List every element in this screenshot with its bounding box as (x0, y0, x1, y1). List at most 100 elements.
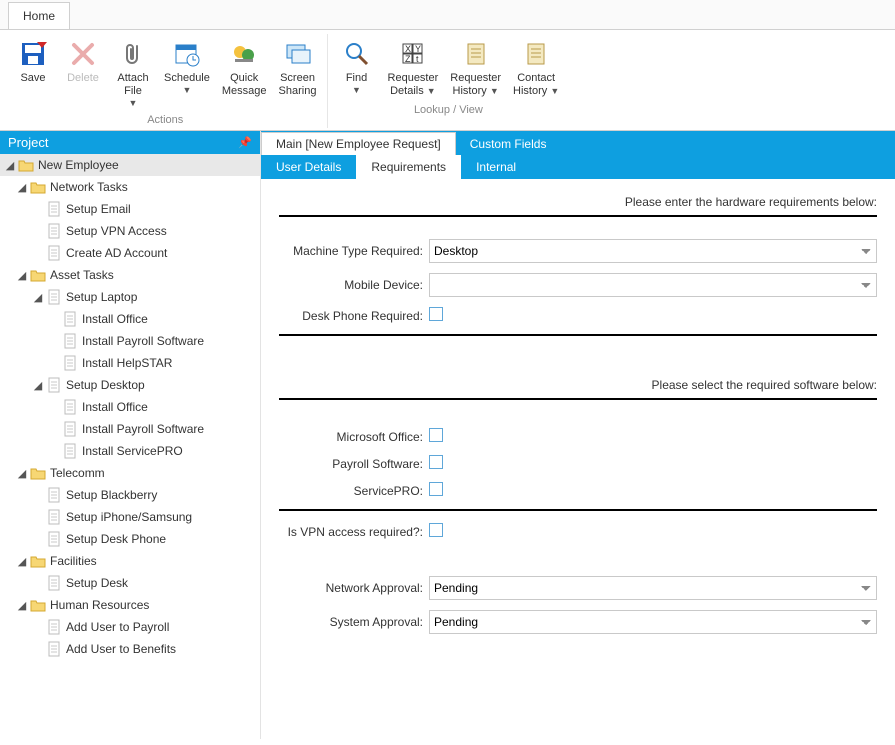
tree-item-label: Facilities (50, 554, 97, 568)
expander-open-icon[interactable]: ◢ (32, 379, 44, 392)
scroll-icon (520, 38, 552, 70)
message-icon (228, 38, 260, 70)
tree-item[interactable]: Setup iPhone/Samsung (0, 506, 260, 528)
document-icon (46, 641, 62, 657)
tree-item[interactable]: Setup Blackberry (0, 484, 260, 506)
tree-item-label: New Employee (38, 158, 119, 172)
folder-icon (30, 179, 46, 195)
tree-item[interactable]: Install Office (0, 396, 260, 418)
tree-item-label: Install Office (82, 400, 148, 414)
desk-phone-checkbox[interactable] (429, 307, 443, 321)
folder-icon (18, 157, 34, 173)
delete-icon (67, 38, 99, 70)
expander-open-icon[interactable]: ◢ (16, 555, 28, 568)
svg-text:X: X (405, 44, 411, 54)
expander-open-icon[interactable]: ◢ (16, 599, 28, 612)
tree-item-label: Setup Desk Phone (66, 532, 166, 546)
schedule-button[interactable]: Schedule ▼ (158, 34, 216, 112)
office-checkbox[interactable] (429, 428, 443, 442)
tree-item[interactable]: Install Payroll Software (0, 330, 260, 352)
tree-item-label: Install Payroll Software (82, 422, 204, 436)
delete-button: Delete (58, 34, 108, 112)
folder-icon (30, 597, 46, 613)
attach-file-button[interactable]: Attach File ▼ (108, 34, 158, 112)
contact-history-button[interactable]: Contact History ▼ (507, 34, 565, 102)
find-button[interactable]: Find ▼ (332, 34, 382, 102)
calendar-icon (171, 38, 203, 70)
tree-item[interactable]: Setup Desk Phone (0, 528, 260, 550)
tree-folder[interactable]: ◢ Telecomm (0, 462, 260, 484)
ribbon-content: Save Delete Attach File ▼ Schedule (0, 30, 895, 131)
tree-item-label: Human Resources (50, 598, 149, 612)
tree-item[interactable]: Add User to Payroll (0, 616, 260, 638)
document-icon (46, 223, 62, 239)
tab-main[interactable]: Main [New Employee Request] (261, 132, 456, 155)
screen-sharing-button[interactable]: Screen Sharing (273, 34, 323, 112)
tree-item-label: Asset Tasks (50, 268, 114, 282)
folder-icon (30, 553, 46, 569)
tree-item[interactable]: Setup Desk (0, 572, 260, 594)
document-icon (46, 575, 62, 591)
requirements-form: Please enter the hardware requirements b… (261, 179, 895, 739)
tree-item-label: Telecomm (50, 466, 105, 480)
machine-type-label: Machine Type Required: (279, 244, 429, 258)
ribbon-tab-home[interactable]: Home (8, 2, 70, 29)
network-approval-label: Network Approval: (279, 581, 429, 595)
chevron-down-icon: ▼ (490, 86, 499, 96)
payroll-label: Payroll Software: (279, 457, 429, 471)
sidebar-title: Project (8, 135, 48, 150)
project-tree[interactable]: ◢ New Employee ◢ Network Tasks Setup Email Se… (0, 154, 260, 739)
tree-item[interactable]: ◢Setup Laptop (0, 286, 260, 308)
top-tab-strip: Main [New Employee Request] Custom Field… (261, 131, 895, 155)
expander-open-icon[interactable]: ◢ (32, 291, 44, 304)
tree-item[interactable]: Create AD Account (0, 242, 260, 264)
tree-item[interactable]: Add User to Benefits (0, 638, 260, 660)
expander-open-icon[interactable]: ◢ (16, 181, 28, 194)
ribbon-tab-strip: Home (0, 0, 895, 30)
mobile-device-select[interactable] (429, 273, 877, 297)
tree-item-label: Setup VPN Access (66, 224, 167, 238)
software-intro-text: Please select the required software belo… (279, 372, 877, 400)
subtab-requirements[interactable]: Requirements (356, 155, 461, 179)
tree-folder[interactable]: ◢ Network Tasks (0, 176, 260, 198)
tab-custom-fields[interactable]: Custom Fields (456, 133, 561, 155)
tree-item-label: Install Payroll Software (82, 334, 204, 348)
tree-item-label: Setup Desktop (66, 378, 145, 392)
chevron-down-icon: ▼ (352, 85, 361, 95)
quick-message-button[interactable]: Quick Message (216, 34, 273, 112)
chevron-down-icon: ▼ (427, 86, 436, 96)
network-approval-select[interactable]: Pending (429, 576, 877, 600)
subtab-internal[interactable]: Internal (461, 155, 531, 179)
system-approval-select[interactable]: Pending (429, 610, 877, 634)
servicepro-checkbox[interactable] (429, 482, 443, 496)
tree-item-label: Install Office (82, 312, 148, 326)
pin-icon[interactable]: 📌 (238, 136, 252, 149)
chevron-down-icon: ▼ (129, 98, 138, 108)
tree-item[interactable]: Setup VPN Access (0, 220, 260, 242)
machine-type-select[interactable]: Desktop (429, 239, 877, 263)
requester-history-button[interactable]: Requester History ▼ (444, 34, 507, 102)
tree-item[interactable]: Setup Email (0, 198, 260, 220)
hardware-intro-text: Please enter the hardware requirements b… (279, 189, 877, 217)
tree-folder[interactable]: ◢ Asset Tasks (0, 264, 260, 286)
expander-open-icon[interactable]: ◢ (4, 159, 16, 172)
subtab-user-details[interactable]: User Details (261, 155, 356, 179)
save-button[interactable]: Save (8, 34, 58, 112)
tree-item[interactable]: Install HelpSTAR (0, 352, 260, 374)
tree-item[interactable]: Install Payroll Software (0, 418, 260, 440)
tree-item[interactable]: Install ServicePRO (0, 440, 260, 462)
vpn-checkbox[interactable] (429, 523, 443, 537)
tree-folder[interactable]: ◢ Human Resources (0, 594, 260, 616)
payroll-checkbox[interactable] (429, 455, 443, 469)
tree-item[interactable]: Install Office (0, 308, 260, 330)
paperclip-icon (117, 38, 149, 70)
expander-open-icon[interactable]: ◢ (16, 467, 28, 480)
tree-folder[interactable]: ◢ Facilities (0, 550, 260, 572)
tree-root[interactable]: ◢ New Employee (0, 154, 260, 176)
tree-item-label: Network Tasks (50, 180, 128, 194)
expander-open-icon[interactable]: ◢ (16, 269, 28, 282)
tree-item[interactable]: ◢ Setup Desktop (0, 374, 260, 396)
ribbon-group-actions: Save Delete Attach File ▼ Schedule (4, 34, 328, 128)
document-icon (62, 333, 78, 349)
requester-details-button[interactable]: XYZt Requester Details ▼ (382, 34, 445, 102)
